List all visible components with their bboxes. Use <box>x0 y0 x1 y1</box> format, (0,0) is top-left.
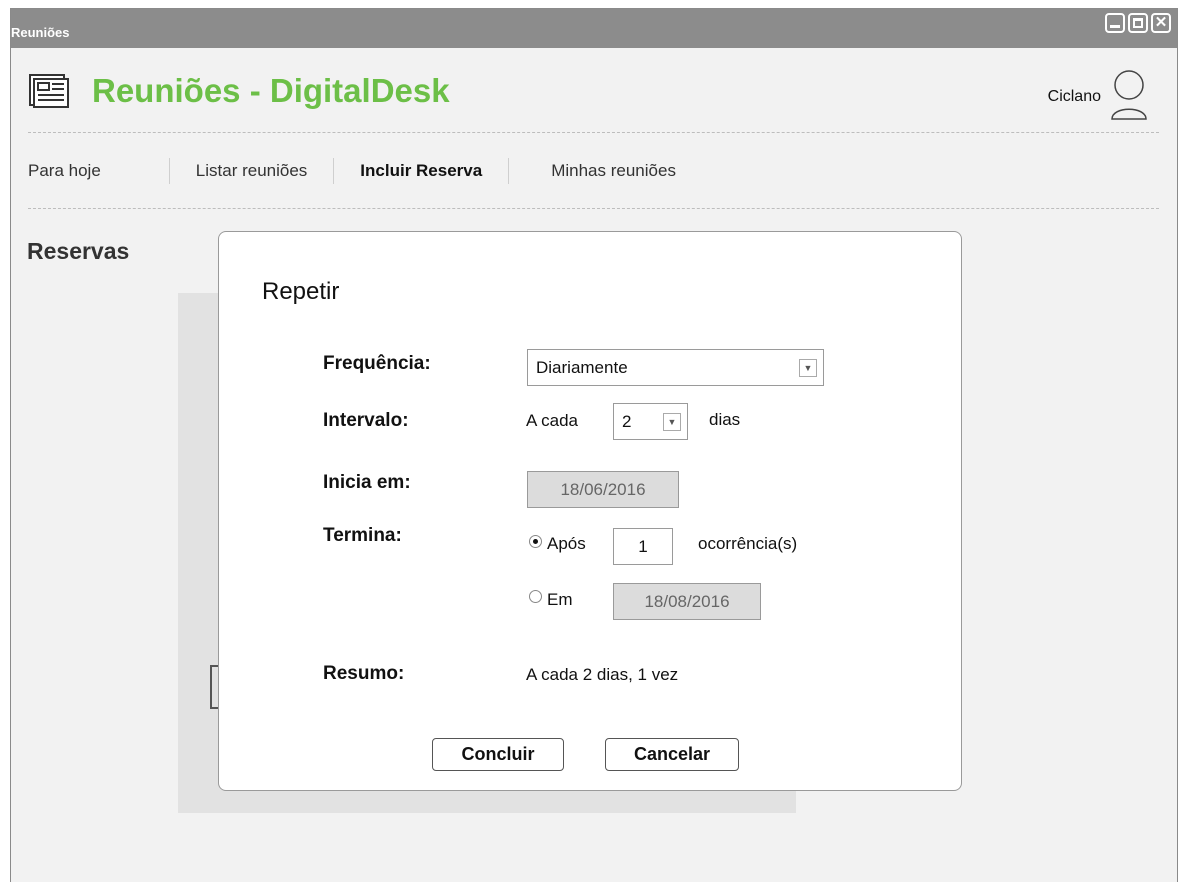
end-date-field: 18/08/2016 <box>613 583 761 620</box>
nav-separator <box>333 158 335 184</box>
interval-prefix: A cada <box>526 411 578 430</box>
frequency-label: Frequência: <box>323 353 431 374</box>
nav-separator <box>168 158 170 184</box>
start-label: Inicia em: <box>323 472 411 493</box>
end-on-radio[interactable] <box>529 590 542 603</box>
start-date-field: 18/06/2016 <box>527 471 679 508</box>
nav-item-minhas-reunioes[interactable]: Minhas reuniões <box>551 161 676 181</box>
end-after-label: Após <box>547 534 586 553</box>
maximize-button[interactable] <box>1128 13 1148 33</box>
user-menu[interactable]: Ciclano <box>1048 68 1149 125</box>
conclude-button[interactable]: Concluir <box>432 738 564 771</box>
summary-value: A cada 2 dias, 1 vez <box>526 665 679 684</box>
window-title: Reuniões <box>11 25 70 40</box>
chevron-down-icon: ▼ <box>663 412 681 431</box>
cancel-button[interactable]: Cancelar <box>605 738 739 771</box>
occurrences-suffix: ocorrência(s) <box>698 534 798 553</box>
title-bar[interactable]: Reuniões ✕ <box>11 9 1177 48</box>
app-title: Reuniões - DigitalDesk <box>92 72 450 109</box>
summary-label: Resumo: <box>323 663 405 684</box>
chevron-down-icon: ▼ <box>799 358 817 377</box>
user-name: Ciclano <box>1047 87 1101 105</box>
main-nav: Para hoje Listar reuniões Incluir Reserv… <box>28 158 676 184</box>
dialog-title: Repetir <box>262 278 340 305</box>
minimize-button[interactable] <box>1105 13 1125 33</box>
end-on-label: Em <box>547 590 573 609</box>
header-divider <box>28 132 1159 133</box>
frequency-value: Diariamente <box>536 358 628 377</box>
close-button[interactable]: ✕ <box>1151 13 1171 33</box>
document-icon <box>28 73 70 109</box>
app-header: Reuniões - DigitalDesk <box>28 72 450 110</box>
occurrences-field[interactable]: 1 <box>613 528 673 565</box>
nav-divider <box>28 208 1159 209</box>
interval-value: 2 <box>622 412 632 431</box>
section-title: Reservas <box>27 238 130 264</box>
interval-suffix: dias <box>709 410 741 429</box>
frequency-select[interactable]: Diariamente ▼ <box>527 349 824 386</box>
nav-item-listar-reunioes[interactable]: Listar reuniões <box>196 161 308 181</box>
user-avatar-icon <box>1109 68 1149 125</box>
interval-label: Intervalo: <box>323 410 409 431</box>
repeat-dialog: Repetir Frequência: Diariamente ▼ Interv… <box>218 231 962 791</box>
end-after-radio[interactable] <box>529 535 542 548</box>
nav-item-para-hoje[interactable]: Para hoje <box>28 161 101 181</box>
end-label: Termina: <box>323 525 402 546</box>
nav-item-incluir-reserva[interactable]: Incluir Reserva <box>360 161 482 181</box>
window-controls: ✕ <box>1105 13 1171 33</box>
nav-separator <box>508 158 510 184</box>
interval-select[interactable]: 2 ▼ <box>613 403 688 440</box>
